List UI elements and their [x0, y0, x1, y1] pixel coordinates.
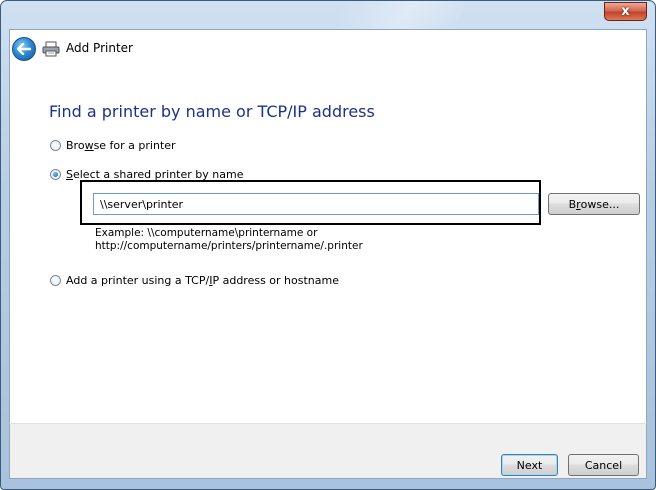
radio-tcpip[interactable]: [50, 274, 61, 286]
radio-shared-by-name[interactable]: [50, 168, 61, 180]
option-browse-text-a: Bro: [66, 138, 85, 152]
option-tcpip[interactable]: Add a printer using a TCP/IP address or …: [50, 272, 339, 288]
example-line-2: http://computername/printers/printername…: [95, 240, 363, 252]
option-tcpip-text-b: P address or hostname: [212, 273, 340, 287]
browse-text-b: owse...: [580, 197, 620, 211]
option-browse-text-b: se for a printer: [93, 138, 176, 152]
cancel-button[interactable]: Cancel: [568, 454, 639, 476]
browse-text-a: B: [568, 197, 577, 211]
option-shared-label: Select a shared printer by name: [66, 168, 243, 181]
next-button[interactable]: Next: [501, 454, 558, 476]
option-tcpip-text-a: Add a printer using a TCP/: [66, 273, 210, 287]
option-tcpip-label: Add a printer using a TCP/IP address or …: [66, 274, 339, 287]
wizard-footer: Next Cancel: [9, 423, 647, 479]
wizard-header: Add Printer: [9, 29, 647, 79]
back-button[interactable]: [12, 37, 36, 61]
wizard-content: Find a printer by name or TCP/IP address…: [9, 79, 647, 423]
page-heading: Find a printer by name or TCP/IP address: [49, 102, 375, 121]
close-icon: x: [621, 4, 630, 19]
printer-icon: [42, 41, 60, 57]
printer-name-input[interactable]: [93, 193, 539, 215]
example-line-1: Example: \\computername\printername or: [95, 227, 318, 239]
close-button[interactable]: x: [604, 2, 647, 21]
option-shared-text-b: elect a shared printer by name: [72, 167, 244, 181]
option-browse[interactable]: Browse for a printer: [50, 137, 176, 153]
example-text: Example: \\computername\printername or h…: [95, 227, 363, 253]
option-browse-access-key: w: [84, 138, 94, 152]
window-title: Add Printer: [66, 41, 133, 55]
radio-browse[interactable]: [50, 139, 61, 151]
back-arrow-icon: [17, 43, 31, 55]
option-browse-label: Browse for a printer: [66, 139, 176, 152]
option-shared-access-key: S: [66, 167, 73, 181]
add-printer-window: x Add Printer Find a printer by name or …: [0, 0, 656, 490]
browse-button[interactable]: Br owse...: [548, 193, 640, 215]
